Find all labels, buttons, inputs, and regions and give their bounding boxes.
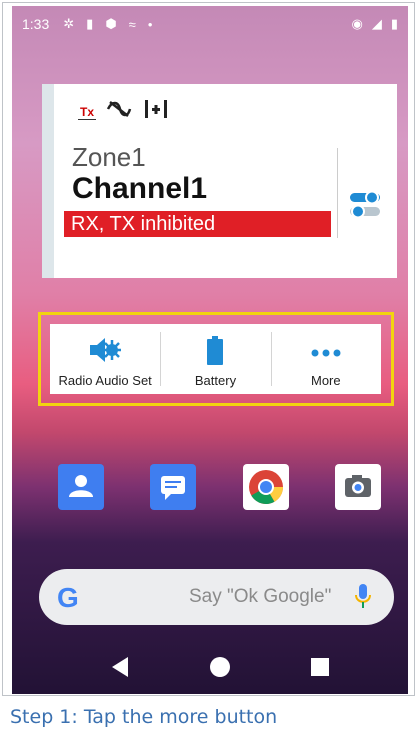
more-button[interactable]: More — [270, 324, 381, 394]
chrome-app[interactable] — [243, 464, 289, 510]
action-bar: Radio Audio Set Battery More — [50, 324, 381, 394]
inhibit-status: RX, TX inhibited — [64, 211, 331, 237]
battery-label: Battery — [194, 373, 237, 388]
shield-icon: ⬢ — [105, 16, 117, 31]
signal-icon: ◢ — [371, 16, 382, 31]
widget-divider — [337, 148, 338, 238]
status-time: 1:33 — [22, 16, 50, 32]
scan-off-icon — [106, 99, 132, 125]
settings-gear-icon: ✲ — [63, 16, 75, 31]
more-label: More — [311, 373, 341, 388]
search-placeholder: Say "Ok Google" — [189, 586, 332, 607]
camera-icon — [345, 475, 371, 497]
contacts-icon — [69, 475, 93, 497]
battery-icon — [206, 336, 224, 371]
home-icon[interactable] — [209, 656, 231, 683]
speaker-gear-icon — [88, 336, 122, 369]
channel-label: Channel1 — [72, 172, 208, 205]
mic-icon[interactable] — [354, 583, 372, 616]
app-dock — [12, 464, 408, 514]
widget-stripe — [42, 84, 54, 278]
back-icon[interactable] — [110, 656, 130, 683]
talkaround-icon — [142, 98, 170, 126]
step-caption: Step 1: Tap the more button — [10, 706, 278, 728]
messages-icon — [161, 476, 185, 500]
messages-app[interactable] — [150, 464, 196, 510]
radio-audio-set-label: Radio Audio Set — [58, 373, 152, 388]
navigation-bar — [12, 642, 408, 694]
dot-icon: • — [147, 16, 153, 32]
sliders-settings-icon[interactable] — [348, 190, 382, 220]
tx-inhibit-icon: Tx — [78, 104, 97, 120]
screenshot-frame: 1:33 ✲ ▮ ⬢ ≈ • ◉ ◢ ▮ Tx Zone1 Channel1 R… — [2, 2, 415, 696]
phone-screen: 1:33 ✲ ▮ ⬢ ≈ • ◉ ◢ ▮ Tx Zone1 Channel1 R… — [12, 6, 408, 694]
status-bar: 1:33 ✲ ▮ ⬢ ≈ • ◉ ◢ ▮ — [12, 6, 408, 42]
camera-app[interactable] — [335, 464, 381, 510]
more-dots-icon — [311, 344, 341, 362]
status-right-icons: ◉ ◢ ▮ — [352, 6, 399, 42]
wifi-off-icon: ≈ — [128, 16, 136, 32]
zone-label: Zone1 — [72, 142, 146, 172]
google-g-icon: G — [57, 582, 79, 613]
contacts-app[interactable] — [58, 464, 104, 510]
widget-indicator-row: Tx — [78, 98, 170, 126]
radio-widget[interactable]: Tx Zone1 Channel1 RX, TX inhibited — [42, 84, 397, 278]
radio-icon: ▮ — [86, 16, 94, 31]
battery-status-icon: ▮ — [390, 16, 398, 31]
google-search-bar[interactable]: G Say "Ok Google" — [39, 569, 394, 625]
radio-audio-set-button[interactable]: Radio Audio Set — [50, 324, 160, 394]
location-icon: ◉ — [351, 16, 363, 31]
recents-icon[interactable] — [310, 657, 330, 682]
chrome-icon — [249, 470, 283, 504]
battery-button[interactable]: Battery — [160, 324, 270, 394]
